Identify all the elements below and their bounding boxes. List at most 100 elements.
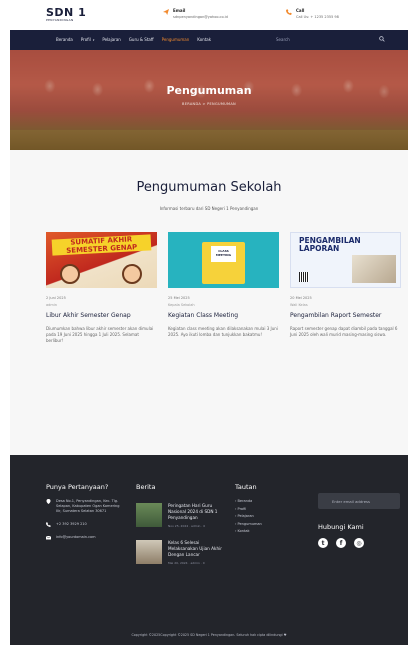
card-author: Wali Kelas: [290, 303, 308, 307]
link-label: Kontak: [237, 529, 250, 534]
footer-news: Berita Peringatan Hari Guru Nasional 202…: [136, 483, 226, 565]
link-label: Profil: [237, 506, 247, 511]
card-date: 25 Mei 2025: [168, 296, 190, 300]
copyright: Copyright ©2025Copyright ©2025 SD Negeri…: [131, 633, 287, 637]
logo-text: SDN 1: [46, 6, 87, 19]
logo[interactable]: SDN 1 PENYANDINGAN: [46, 7, 86, 22]
address-row: Desa No.1, Penyandingan, Kec. Tlg. Selap…: [46, 499, 126, 514]
announcement-section: Pengumuman Sekolah Informasi terbaru dar…: [10, 150, 408, 455]
social-links: t f ◎: [318, 538, 364, 548]
facebook-icon[interactable]: f: [336, 538, 346, 548]
announcement-card[interactable]: PENGAMBILAN LAPORAN 20 Mei 2025 Wali Kel…: [290, 232, 401, 344]
send-icon: [163, 9, 169, 15]
top-bar: SDN 1 PENYANDINGAN Email sdnpenyandingan…: [10, 0, 408, 30]
link-label: Pengumuman: [237, 521, 262, 526]
news-thumbnail[interactable]: [136, 540, 162, 564]
card-image-text: PENGAMBILAN LAPORAN: [299, 236, 361, 253]
page-title: Pengumuman: [166, 84, 252, 97]
nav-label: Beranda: [56, 37, 73, 42]
footer-phone[interactable]: +2 392 3929 210: [56, 522, 87, 527]
card-date: 20 Mei 2025: [290, 296, 312, 300]
hero-banner: Pengumuman BERANDA > PENGUMUMAN: [10, 50, 408, 150]
announcement-card[interactable]: SUMATIF AKHIR SEMESTER GENAP 2 Juni 2025…: [46, 232, 157, 344]
news-thumbnail[interactable]: [136, 503, 162, 527]
card-title[interactable]: Libur Akhir Semester Genap: [46, 312, 157, 320]
link-label: Beranda: [237, 499, 253, 503]
email-value[interactable]: sdnpenyandingan@yahoo.co.id: [173, 15, 228, 19]
news-item[interactable]: Kelas 6 Selesai Melaksanakan Ujian Akhir…: [136, 540, 226, 565]
social-heading: Hubungi Kami: [318, 523, 364, 531]
call-contact: Call Call Us: + 1235 2355 98: [286, 8, 339, 19]
footer-contact: Punya Pertanyaan? Desa No.1, Penyandinga…: [46, 483, 126, 540]
announcement-card[interactable]: CLASS MEETING 25 Mei 2025 Kepala Sekolah…: [168, 232, 279, 344]
footer: Punya Pertanyaan? Desa No.1, Penyandinga…: [10, 455, 408, 645]
footer-heading: Berita: [136, 483, 156, 491]
card-image-text: CLASS MEETING: [211, 246, 236, 262]
card-excerpt: Kegiatan class meeting akan dilaksanakan…: [168, 326, 278, 337]
email-contact: Email sdnpenyandingan@yahoo.co.id: [163, 8, 228, 19]
card-date: 2 Juni 2025: [46, 296, 66, 300]
card-image[interactable]: PENGAMBILAN LAPORAN: [290, 232, 401, 288]
footer-email[interactable]: info@yourdomain.com: [56, 535, 96, 540]
twitter-icon[interactable]: t: [318, 538, 328, 548]
footer-address: Desa No.1, Penyandingan, Kec. Tlg. Selap…: [56, 499, 120, 513]
footer-links: Tautan › Beranda › Profil › Pelajaran › …: [235, 483, 295, 533]
nav-menu: Beranda Profil ▾ Pelajaran Guru & Staff P…: [56, 37, 211, 42]
link-list: › Beranda › Profil › Pelajaran › Pengumu…: [235, 499, 295, 533]
card-author: Kepala Sekolah: [168, 303, 195, 307]
card-author: admin: [46, 303, 57, 307]
nav-item-beranda[interactable]: Beranda: [56, 37, 73, 42]
nav-item-pelajaran[interactable]: Pelajaran: [102, 37, 121, 42]
card-image[interactable]: CLASS MEETING: [168, 232, 279, 288]
section-title: Pengumuman Sekolah: [136, 180, 282, 195]
news-item[interactable]: Peringatan Hari Guru Nasional 2024 di SD…: [136, 503, 226, 528]
card-image[interactable]: SUMATIF AKHIR SEMESTER GENAP: [46, 232, 157, 288]
news-meta: Nov 25, 2024 · admin · 0: [168, 524, 206, 528]
footer-heading: Tautan: [235, 483, 257, 491]
card-excerpt: Diumumkan bahwa libur akhir semester aka…: [46, 326, 154, 343]
instagram-icon[interactable]: ◎: [354, 538, 364, 548]
footer-heading: Punya Pertanyaan?: [46, 483, 109, 491]
search-input[interactable]: Search: [276, 37, 290, 42]
footer-link-pelajaran[interactable]: › Pelajaran: [235, 514, 295, 518]
nav-item-profil[interactable]: Profil ▾: [81, 37, 95, 42]
news-title[interactable]: Peringatan Hari Guru Nasional 2024 di SD…: [168, 503, 222, 521]
card-image-text: SUMATIF AKHIR SEMESTER GENAP: [51, 234, 152, 256]
call-value[interactable]: Call Us: + 1235 2355 98: [296, 15, 339, 19]
chevron-down-icon: ▾: [92, 37, 95, 42]
footer-link-kontak[interactable]: › Kontak: [235, 529, 295, 533]
email-row: info@yourdomain.com: [46, 535, 126, 540]
card-title[interactable]: Kegiatan Class Meeting: [168, 312, 279, 320]
card-list: SUMATIF AKHIR SEMESTER GENAP 2 Juni 2025…: [46, 232, 401, 344]
hero-overlay: [10, 50, 408, 150]
call-label: Call: [296, 8, 305, 13]
nav-label: Profil: [80, 37, 91, 42]
email-label: Email: [173, 8, 186, 13]
nav-item-kontak[interactable]: Kontak: [197, 37, 211, 42]
nav-item-pengumuman[interactable]: Pengumuman: [162, 37, 190, 42]
footer-link-profil[interactable]: › Profil: [235, 507, 295, 511]
newsletter-email-input[interactable]: Enter email address: [318, 493, 400, 509]
news-title[interactable]: Kelas 6 Selesai Melaksanakan Ujian Akhir…: [168, 540, 222, 558]
search-icon[interactable]: [379, 36, 385, 42]
breadcrumb[interactable]: BERANDA > PENGUMUMAN: [10, 102, 408, 106]
nav-label: Kontak: [197, 37, 212, 42]
card-title[interactable]: Pengambilan Raport Semester: [290, 312, 401, 320]
news-meta: Mei 20, 2024 · admin · 0: [168, 561, 205, 565]
photo-illustration: [352, 255, 396, 283]
mail-icon: [46, 535, 51, 540]
phone-icon: [46, 522, 51, 527]
main-nav: Beranda Profil ▾ Pelajaran Guru & Staff P…: [10, 30, 408, 50]
nav-label: Pengumuman: [161, 37, 190, 42]
card-excerpt: Raport semester genap dapat diambil pada…: [290, 326, 398, 337]
nav-label: Guru & Staff: [128, 37, 154, 42]
phone-row: +2 392 3929 210: [46, 522, 126, 527]
page: SDN 1 PENYANDINGAN Email sdnpenyandingan…: [10, 0, 408, 645]
footer-link-pengumuman[interactable]: › Pengumuman: [235, 522, 295, 526]
footer-link-beranda[interactable]: › Beranda: [235, 499, 295, 503]
qr-code-icon: [299, 272, 309, 282]
link-label: Pelajaran: [237, 514, 254, 519]
nav-label: Pelajaran: [102, 37, 121, 42]
nav-item-guru-staff[interactable]: Guru & Staff: [129, 37, 154, 42]
kid-illustration: [122, 264, 142, 284]
